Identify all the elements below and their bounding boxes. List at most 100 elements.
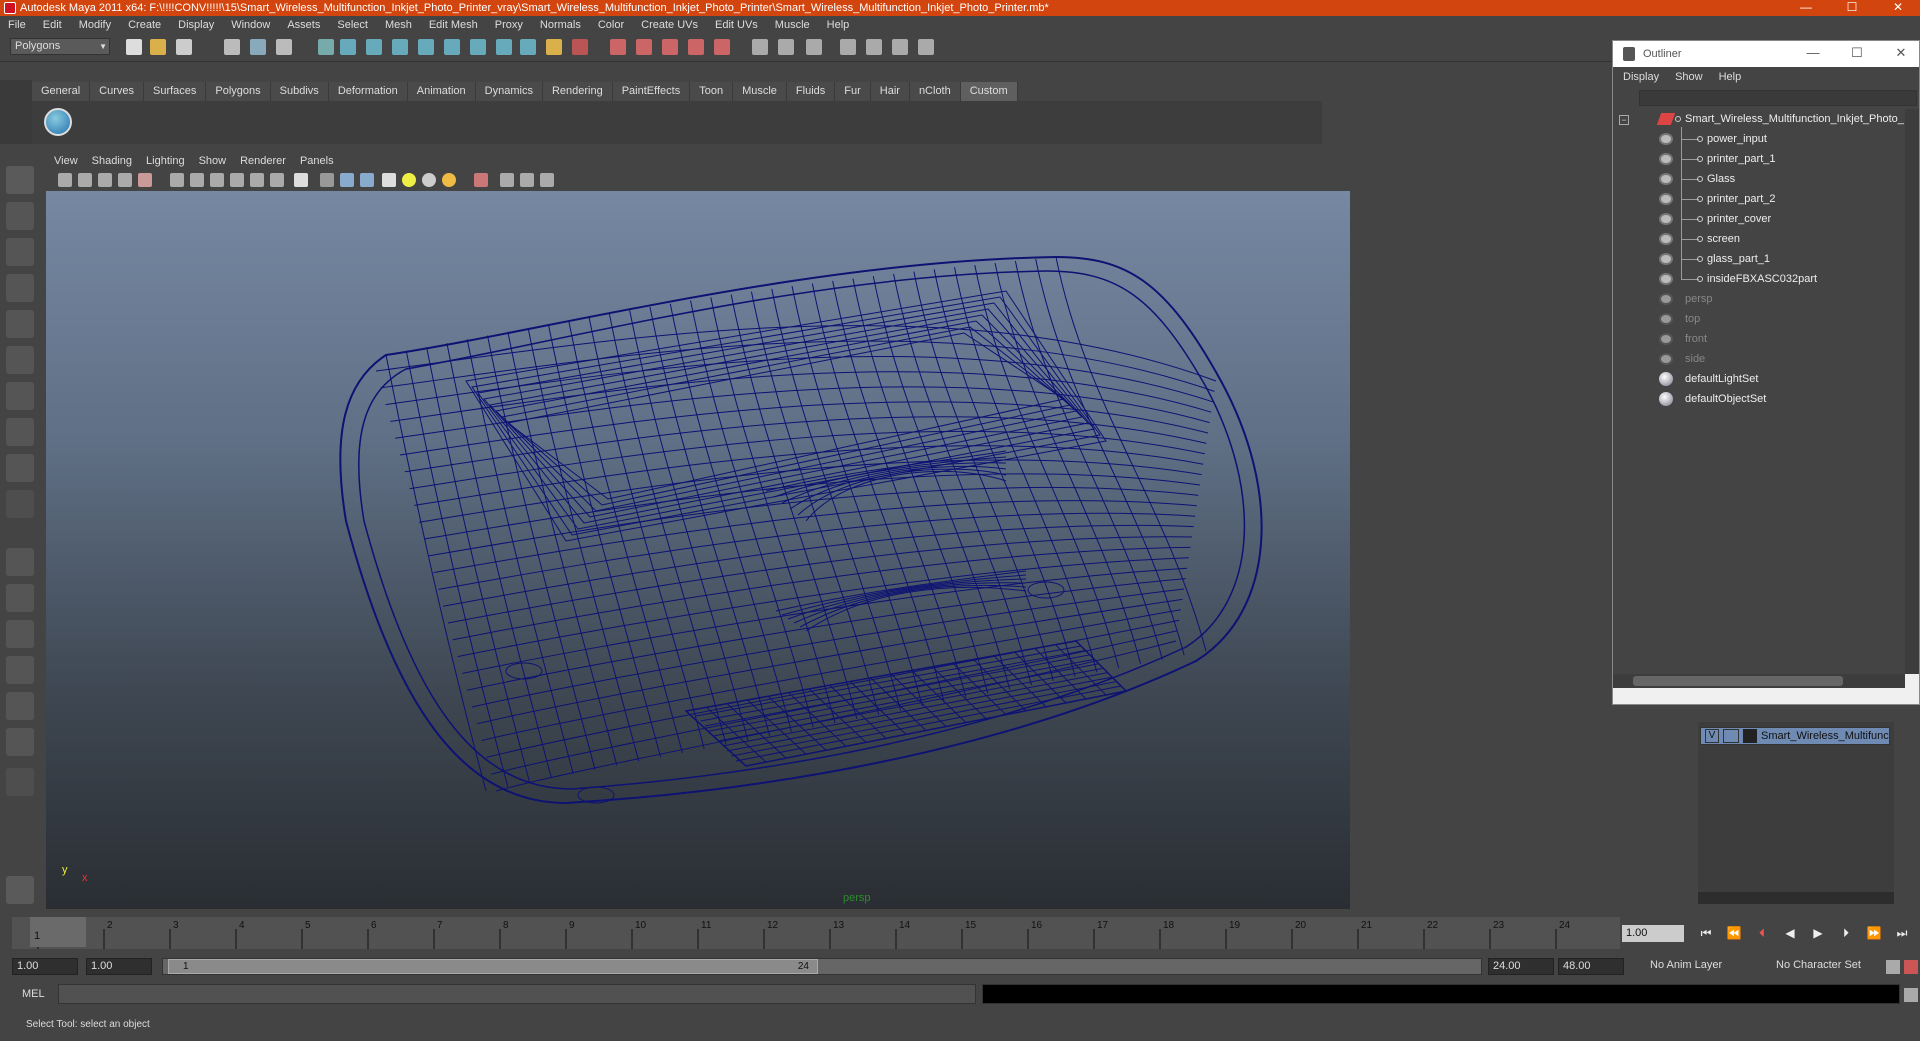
outliner-menu-show[interactable]: Show xyxy=(1675,71,1703,83)
viewport-menu-show[interactable]: Show xyxy=(199,155,227,167)
graph-editor-icon[interactable] xyxy=(918,39,934,55)
step-back-key-icon[interactable]: ⏪ xyxy=(1724,925,1744,941)
render-settings-icon[interactable] xyxy=(636,39,652,55)
graph-layout-icon[interactable] xyxy=(6,728,34,756)
mental-ray-icon[interactable] xyxy=(6,876,34,904)
outliner-menu-help[interactable]: Help xyxy=(1719,71,1742,83)
render-sequence-icon[interactable] xyxy=(714,39,730,55)
outliner-vertical-scrollbar[interactable] xyxy=(1905,109,1919,674)
history-icon[interactable] xyxy=(470,39,486,55)
snap-point-icon[interactable] xyxy=(392,39,408,55)
shelf-tab-animation[interactable]: Animation xyxy=(407,82,476,101)
shelf-tab-custom[interactable]: Custom xyxy=(960,82,1018,101)
select-object-icon[interactable] xyxy=(250,39,266,55)
layer-horizontal-scrollbar[interactable] xyxy=(1698,892,1894,904)
current-time-marker[interactable]: 1 xyxy=(30,917,86,947)
outliner-item-default-light-set[interactable]: defaultLightSet xyxy=(1613,369,1905,389)
lasso-tool-icon[interactable] xyxy=(6,202,34,230)
menu-edit[interactable]: Edit xyxy=(43,19,62,31)
menu-window[interactable]: Window xyxy=(231,19,270,31)
select-tool-icon[interactable] xyxy=(6,166,34,194)
play-forwards-icon[interactable]: ▶ xyxy=(1808,925,1828,941)
shelf-tab-polygons[interactable]: Polygons xyxy=(206,82,271,101)
help-icon[interactable] xyxy=(520,39,536,55)
step-forward-frame-icon[interactable]: ⏵ xyxy=(1836,925,1856,941)
outliner-item-glass[interactable]: Glass xyxy=(1613,169,1905,189)
xray-icon[interactable] xyxy=(500,173,514,187)
script-editor-button-icon[interactable] xyxy=(1904,988,1918,1002)
snap-view-plane-icon[interactable] xyxy=(418,39,434,55)
render-view-icon[interactable] xyxy=(688,39,704,55)
textured-icon[interactable] xyxy=(382,173,396,187)
script-editor-icon[interactable] xyxy=(866,39,882,55)
render-icon[interactable] xyxy=(572,39,588,55)
menu-assets[interactable]: Assets xyxy=(287,19,320,31)
persp-graph-layout-icon[interactable] xyxy=(6,656,34,684)
step-forward-key-icon[interactable]: ⏩ xyxy=(1864,925,1884,941)
outliner-menu-display[interactable]: Display xyxy=(1623,71,1659,83)
layer-color-swatch[interactable] xyxy=(1743,729,1757,743)
channel-box-icon[interactable] xyxy=(806,39,822,55)
outliner-item-front[interactable]: front xyxy=(1613,329,1905,349)
outliner-item-root[interactable]: Smart_Wireless_Multifunction_Inkjet_Phot… xyxy=(1613,109,1905,129)
range-slider-handle[interactable]: 1 24 xyxy=(168,959,818,974)
hypershade-icon[interactable] xyxy=(662,39,678,55)
shelf-tab-deformation[interactable]: Deformation xyxy=(328,82,408,101)
rotate-tool-icon[interactable] xyxy=(6,310,34,338)
attribute-editor-icon[interactable] xyxy=(752,39,768,55)
viewport-menu-renderer[interactable]: Renderer xyxy=(240,155,286,167)
menu-create-uvs[interactable]: Create UVs xyxy=(641,19,698,31)
outliner-scroll-thumb[interactable] xyxy=(1633,676,1843,686)
wireframe-on-shaded-icon[interactable] xyxy=(360,173,374,187)
last-tool-icon[interactable] xyxy=(6,490,34,518)
shelf-tab-subdivs[interactable]: Subdivs xyxy=(270,82,329,101)
select-hierarchy-icon[interactable] xyxy=(224,39,240,55)
outliner-item-screen[interactable]: screen xyxy=(1613,229,1905,249)
menu-file[interactable]: File xyxy=(8,19,26,31)
shelf-tab-fluids[interactable]: Fluids xyxy=(786,82,836,101)
menu-display[interactable]: Display xyxy=(178,19,214,31)
select-component-icon[interactable] xyxy=(276,39,292,55)
paint-select-tool-icon[interactable] xyxy=(6,238,34,266)
shelf-tab-muscle[interactable]: Muscle xyxy=(733,82,787,101)
ipr-render-icon[interactable] xyxy=(610,39,626,55)
layout-icon[interactable] xyxy=(840,39,856,55)
camera-attributes-icon[interactable] xyxy=(78,173,92,187)
viewport-menu-view[interactable]: View xyxy=(54,155,78,167)
viewport-menu-lighting[interactable]: Lighting xyxy=(146,155,185,167)
outliner-item-printer-part-1[interactable]: printer_part_1 xyxy=(1613,149,1905,169)
menu-proxy[interactable]: Proxy xyxy=(495,19,523,31)
mode-selector[interactable]: Polygons ▼ xyxy=(10,38,110,55)
anim-layer-selector[interactable]: No Anim Layer xyxy=(1646,958,1750,975)
time-slider[interactable]: 123456789101112131415161718192021222324 xyxy=(12,917,1620,949)
menu-help[interactable]: Help xyxy=(827,19,850,31)
menu-mesh[interactable]: Mesh xyxy=(385,19,412,31)
playback-start-field[interactable]: 1.00 xyxy=(86,958,152,975)
new-scene-icon[interactable] xyxy=(126,39,142,55)
shelf-tab-curves[interactable]: Curves xyxy=(90,82,144,101)
outliner-item-side[interactable]: side xyxy=(1613,349,1905,369)
menu-edit-uvs[interactable]: Edit UVs xyxy=(715,19,758,31)
shelf-menu-handle[interactable] xyxy=(0,80,32,144)
playback-end-field[interactable]: 24.00 xyxy=(1488,958,1554,975)
input-output-icon[interactable] xyxy=(546,39,562,55)
high-quality-icon[interactable] xyxy=(442,173,456,187)
single-perspective-layout-icon[interactable] xyxy=(6,548,34,576)
menu-normals[interactable]: Normals xyxy=(540,19,581,31)
outliner-item-power-input[interactable]: power_input xyxy=(1613,129,1905,149)
scale-tool-icon[interactable] xyxy=(6,346,34,374)
universal-manipulator-icon[interactable] xyxy=(6,382,34,410)
persp-outliner-layout-icon[interactable] xyxy=(6,620,34,648)
snap-grid-icon[interactable] xyxy=(340,39,356,55)
shadows-icon[interactable] xyxy=(422,173,436,187)
current-frame-field[interactable]: 1.00 xyxy=(1622,925,1684,942)
outliner-item-persp[interactable]: persp xyxy=(1613,289,1905,309)
outliner-item-top[interactable]: top xyxy=(1613,309,1905,329)
isolate-select-icon[interactable] xyxy=(474,173,488,187)
shelf-tab-hair[interactable]: Hair xyxy=(870,82,910,101)
tool-settings-icon[interactable] xyxy=(778,39,794,55)
minimize-button[interactable]: — xyxy=(1786,0,1826,16)
field-chart-icon[interactable] xyxy=(230,173,244,187)
animation-end-field[interactable]: 48.00 xyxy=(1558,958,1624,975)
display-layer-row[interactable]: V Smart_Wireless_Multifunc xyxy=(1700,727,1890,745)
